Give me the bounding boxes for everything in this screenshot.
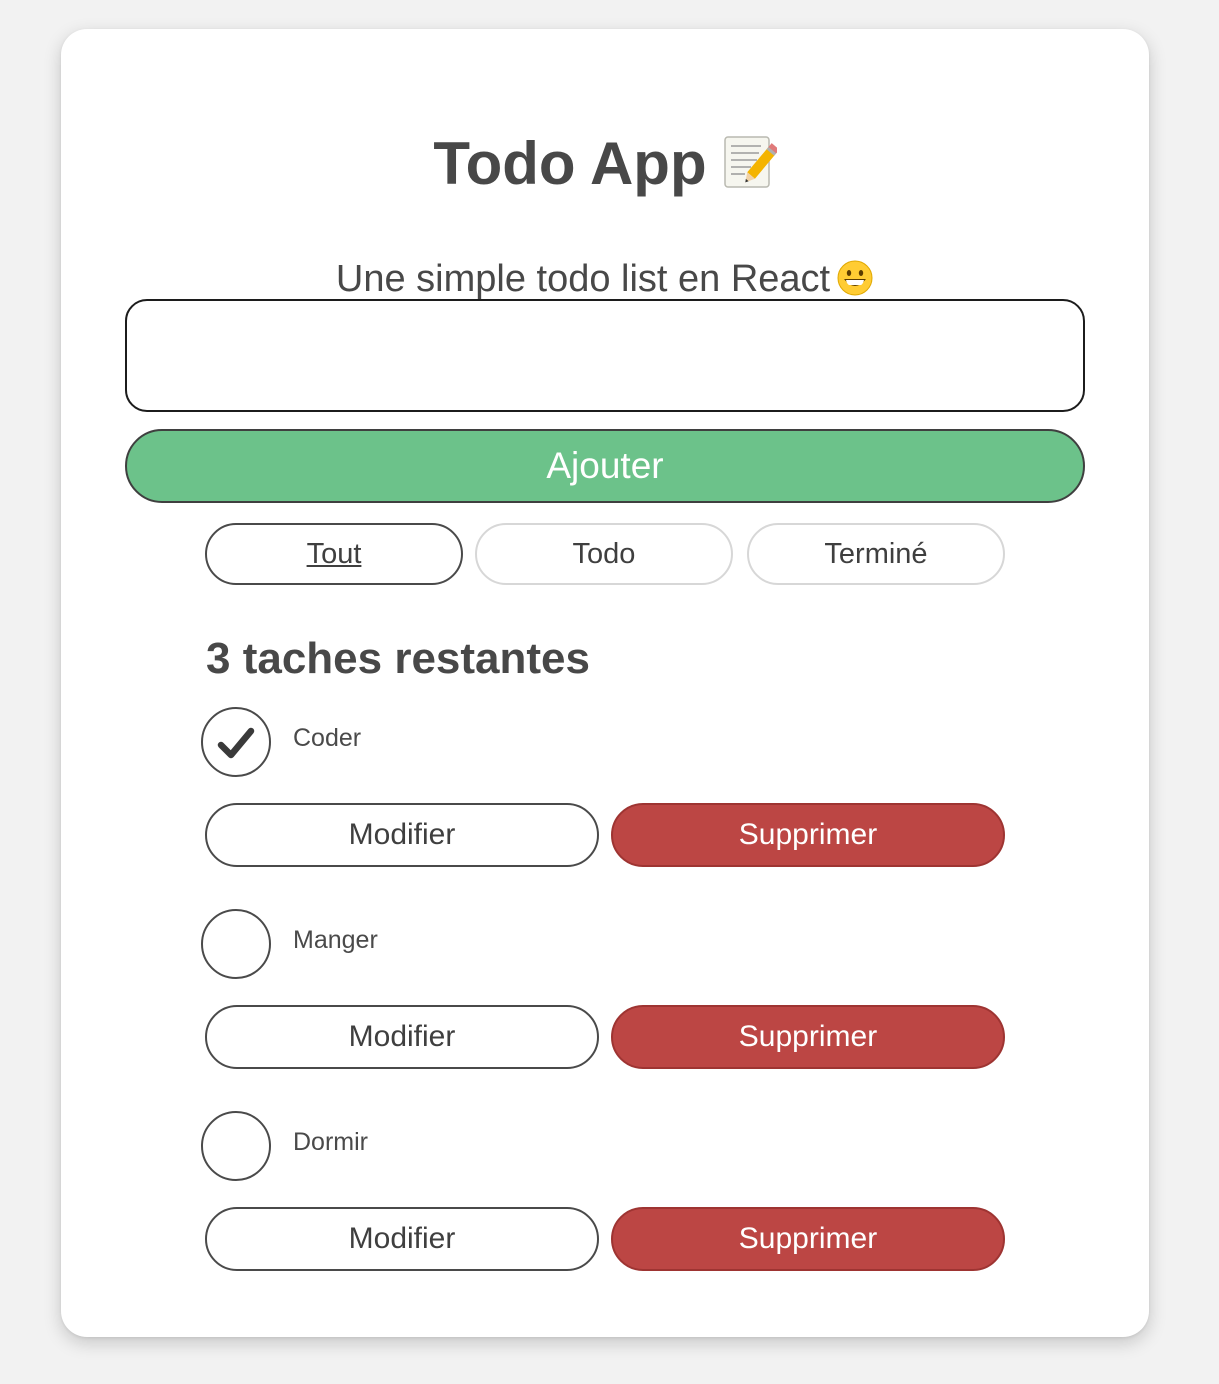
todo-label: Manger [293, 926, 378, 954]
edit-button[interactable]: Modifier [205, 1207, 599, 1271]
subtitle-text: Une simple todo list en React [335, 258, 831, 300]
filter-todo-button[interactable]: Todo [475, 523, 733, 585]
todo-item: Dormir Modifier Supprimer [61, 1111, 1149, 1281]
todo-item: Coder Modifier Supprimer [61, 707, 1149, 877]
checkmark-icon [217, 727, 255, 759]
todo-input[interactable] [125, 299, 1085, 412]
todo-checkbox[interactable] [201, 1111, 271, 1181]
todo-card: Todo App Une simple todo list en React A… [61, 29, 1149, 1337]
edit-button[interactable]: Modifier [205, 1005, 599, 1069]
memo-pencil-icon [721, 134, 779, 205]
remaining-count: 3 taches restantes [206, 634, 590, 683]
todo-label: Dormir [293, 1128, 368, 1156]
filter-all-button[interactable]: Tout [205, 523, 463, 585]
todo-label: Coder [293, 724, 362, 752]
page-title: Todo App [61, 129, 1149, 205]
add-button[interactable]: Ajouter [125, 429, 1085, 503]
todo-item: Manger Modifier Supprimer [61, 909, 1149, 1079]
todo-checkbox[interactable] [201, 707, 271, 777]
filter-done-button[interactable]: Terminé [747, 523, 1005, 585]
delete-button[interactable]: Supprimer [611, 803, 1005, 867]
todo-checkbox[interactable] [201, 909, 271, 979]
delete-button[interactable]: Supprimer [611, 1005, 1005, 1069]
delete-button[interactable]: Supprimer [611, 1207, 1005, 1271]
edit-button[interactable]: Modifier [205, 803, 599, 867]
title-text: Todo App [433, 130, 707, 197]
